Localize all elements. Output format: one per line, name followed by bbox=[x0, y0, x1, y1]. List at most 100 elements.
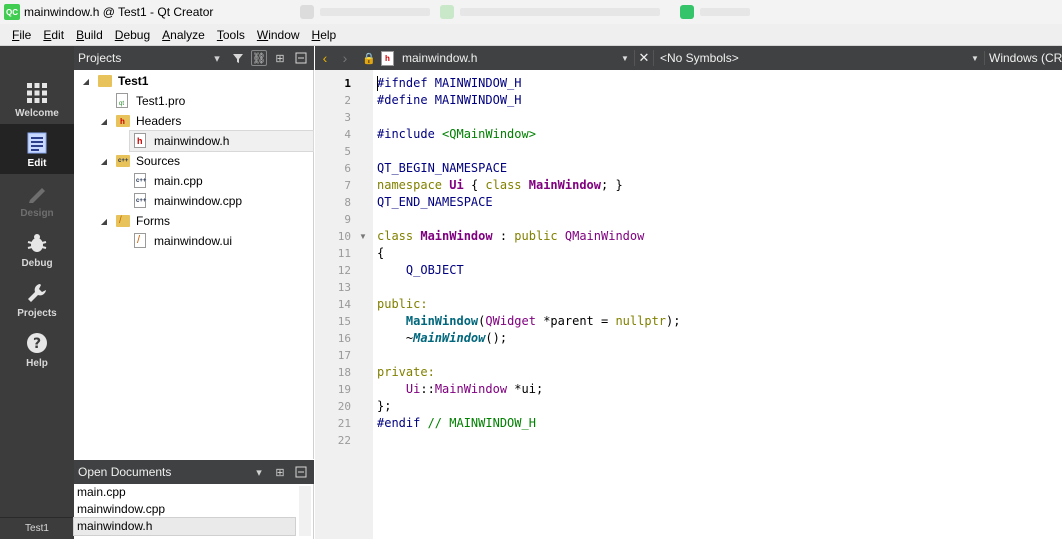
tree-node-sources[interactable]: ◢ c++ Sources bbox=[98, 151, 180, 171]
background-window-tab-1[interactable] bbox=[300, 2, 430, 22]
lock-icon[interactable]: 🔒 bbox=[361, 52, 377, 65]
open-documents-selector[interactable]: Open Documents bbox=[78, 465, 251, 479]
line-number: 15 bbox=[337, 315, 351, 328]
tab-icon bbox=[300, 5, 314, 19]
line-number: 13 bbox=[337, 281, 351, 294]
close-document-icon[interactable]: ✕ bbox=[634, 50, 654, 66]
code-line: #endif // MAINWINDOW_H bbox=[377, 416, 536, 430]
project-folder-icon bbox=[98, 73, 112, 89]
line-number: 8 bbox=[344, 196, 351, 209]
fold-marker-icon[interactable]: ▼ bbox=[359, 228, 367, 245]
mode-label: Welcome bbox=[15, 108, 59, 119]
scrollbar[interactable] bbox=[299, 486, 311, 536]
line-number: 19 bbox=[337, 383, 351, 396]
tree-node-pro-file[interactable]: qt Test1.pro bbox=[116, 91, 185, 111]
mode-design[interactable]: Design bbox=[0, 174, 74, 224]
chevron-down-icon[interactable]: ▾ bbox=[209, 50, 225, 66]
document-selector[interactable]: mainwindow.h bbox=[402, 51, 616, 65]
split-icon[interactable]: ⊞ bbox=[272, 464, 288, 480]
mode-debug[interactable]: Debug bbox=[0, 224, 74, 274]
line-number: 6 bbox=[344, 162, 351, 175]
chevron-down-icon[interactable]: ▾ bbox=[251, 464, 267, 480]
menu-file[interactable]: File bbox=[6, 24, 37, 46]
tree-label: mainwindow.ui bbox=[154, 234, 233, 248]
tree-node-source-file[interactable]: c++ mainwindow.cpp bbox=[134, 191, 242, 211]
line-number: 18 bbox=[337, 366, 351, 379]
code-line: Ui::MainWindow *ui; bbox=[377, 382, 544, 396]
expand-arrow-icon[interactable]: ◢ bbox=[98, 217, 110, 226]
tree-node-header-file[interactable]: h mainwindow.h bbox=[129, 130, 314, 152]
code-line: { bbox=[377, 246, 385, 260]
mode-label: Help bbox=[26, 358, 48, 369]
line-ending-selector[interactable]: Windows (CRLF) bbox=[984, 51, 1062, 65]
expand-arrow-icon[interactable]: ◢ bbox=[98, 117, 110, 126]
menu-build[interactable]: Build bbox=[70, 24, 109, 46]
kit-selector[interactable]: Test1 bbox=[0, 517, 74, 539]
editor-toolbar: ‹ › 🔒 h mainwindow.h ▼ ✕ <No Symbols> ▼ … bbox=[315, 46, 1062, 70]
background-window-tab-2[interactable] bbox=[440, 2, 660, 22]
qt-creator-app-icon: QC bbox=[4, 4, 20, 20]
cpp-file-icon: c++ bbox=[134, 193, 148, 209]
projects-view-selector[interactable]: Projects bbox=[78, 51, 209, 65]
line-number: 20 bbox=[337, 400, 351, 413]
line-number: 3 bbox=[344, 111, 351, 124]
expand-arrow-icon[interactable]: ◢ bbox=[98, 157, 110, 166]
code-line: QT_END_NAMESPACE bbox=[377, 195, 493, 209]
tab-icon bbox=[680, 5, 694, 19]
open-document-item[interactable]: mainwindow.cpp bbox=[74, 501, 295, 518]
split-icon[interactable]: ⊞ bbox=[272, 50, 288, 66]
tree-node-form-file[interactable]: / mainwindow.ui bbox=[134, 231, 232, 251]
grid-icon bbox=[27, 83, 47, 103]
link-icon[interactable]: ⛓ bbox=[251, 50, 267, 66]
code-line: #ifndef MAINWINDOW_H bbox=[377, 76, 522, 90]
tree-node-project[interactable]: ◢ Test1 bbox=[80, 71, 149, 91]
window-title: mainwindow.h @ Test1 - Qt Creator bbox=[24, 5, 214, 19]
tree-node-forms[interactable]: ◢ / Forms bbox=[98, 211, 170, 231]
background-window-tab-3[interactable] bbox=[680, 2, 750, 22]
symbols-selector[interactable]: <No Symbols> bbox=[654, 51, 966, 65]
tree-label: Headers bbox=[136, 114, 182, 128]
title-bar: QC mainwindow.h @ Test1 - Qt Creator bbox=[0, 0, 1062, 24]
line-number: 2 bbox=[344, 94, 351, 107]
line-number: 4 bbox=[344, 128, 351, 141]
text-cursor bbox=[377, 76, 378, 91]
tree-label: Sources bbox=[136, 154, 181, 168]
close-pane-icon[interactable] bbox=[293, 464, 309, 480]
tree-label: main.cpp bbox=[154, 174, 203, 188]
close-pane-icon[interactable] bbox=[293, 50, 309, 66]
open-document-item[interactable]: main.cpp bbox=[74, 484, 295, 501]
tree-node-headers[interactable]: ◢ h Headers bbox=[98, 111, 181, 131]
mode-label: Design bbox=[20, 208, 54, 219]
code-line: }; bbox=[377, 399, 392, 413]
mode-edit[interactable]: Edit bbox=[0, 124, 74, 174]
menu-tools[interactable]: Tools bbox=[211, 24, 251, 46]
menu-analyze[interactable]: Analyze bbox=[156, 24, 211, 46]
menu-debug[interactable]: Debug bbox=[109, 24, 156, 46]
expand-arrow-icon[interactable]: ◢ bbox=[80, 77, 92, 86]
tree-node-source-file[interactable]: c++ main.cpp bbox=[134, 171, 203, 191]
line-number: 11 bbox=[337, 247, 351, 260]
sources-folder-icon: c++ bbox=[116, 153, 130, 169]
headers-folder-icon: h bbox=[116, 113, 130, 129]
header-file-icon: h bbox=[381, 50, 394, 66]
mode-help[interactable]: ? Help bbox=[0, 324, 74, 374]
project-tree: ◢ Test1 qt Test1.pro ◢ h Headers h mainw… bbox=[74, 70, 314, 459]
code-editor[interactable]: #ifndef MAINWINDOW_H #define MAINWINDOW_… bbox=[373, 70, 1062, 539]
menu-edit[interactable]: Edit bbox=[37, 24, 70, 46]
filter-icon[interactable] bbox=[230, 50, 246, 66]
mode-projects[interactable]: Projects bbox=[0, 274, 74, 324]
chevron-down-icon[interactable]: ▼ bbox=[966, 54, 984, 63]
line-number-gutter: 1 2 3 4 5 6 7 8 9 10 ▼ 11 12 13 14 15 16… bbox=[315, 70, 373, 539]
menu-window[interactable]: Window bbox=[251, 24, 306, 46]
wrench-icon bbox=[28, 284, 46, 302]
mode-welcome[interactable]: Welcome bbox=[0, 74, 74, 124]
ui-file-icon: / bbox=[134, 233, 148, 249]
line-number: 14 bbox=[337, 298, 351, 311]
open-document-item[interactable]: mainwindow.h bbox=[73, 517, 296, 536]
code-line: namespace Ui { class MainWindow; } bbox=[377, 178, 623, 192]
forward-arrow-icon[interactable]: › bbox=[335, 50, 355, 66]
menu-help[interactable]: Help bbox=[306, 24, 343, 46]
mode-selector: Welcome Edit Design Debug Projects ? Hel… bbox=[0, 46, 74, 539]
back-arrow-icon[interactable]: ‹ bbox=[315, 50, 335, 66]
chevron-down-icon[interactable]: ▼ bbox=[616, 54, 634, 63]
